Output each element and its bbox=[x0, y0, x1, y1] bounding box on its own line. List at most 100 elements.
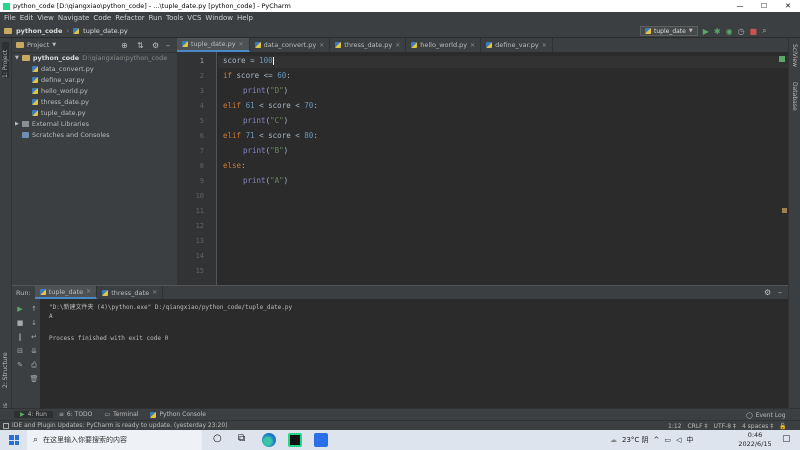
ime-indicator[interactable]: 中 bbox=[686, 435, 693, 445]
bottom-tool-tabs: ▶ 4: Run ≡ 6: TODO ▭ Terminal Python Con… bbox=[0, 408, 800, 420]
code-area[interactable]: score = 100 if score <= 60: print("D") e… bbox=[177, 52, 788, 285]
menu-refactor[interactable]: Refactor bbox=[113, 14, 146, 22]
lock-icon[interactable]: 🔓 bbox=[779, 423, 786, 430]
notification-icon[interactable]: ▢ bbox=[782, 434, 791, 444]
minimize-button[interactable]: — bbox=[728, 0, 752, 12]
console-line: Process finished with exit code 0 bbox=[49, 335, 169, 342]
editor-tab[interactable]: tuple_date.py ✕ bbox=[177, 38, 250, 52]
clock[interactable]: 0:46 2022/6/15 bbox=[735, 431, 775, 449]
run-tool-tab[interactable]: ▶ 4: Run bbox=[14, 411, 53, 418]
maximize-button[interactable]: ☐ bbox=[752, 0, 776, 12]
menu-code[interactable]: Code bbox=[91, 14, 113, 22]
weather-icon[interactable]: ☁ bbox=[610, 436, 617, 444]
editor-tab[interactable]: thress_date.py ✕ bbox=[330, 38, 407, 52]
tray-expand-icon[interactable]: ^ bbox=[654, 436, 660, 444]
debug-icon[interactable]: ✱ bbox=[714, 27, 721, 36]
run-config-select[interactable]: tuple_date ▼ bbox=[640, 26, 698, 36]
menu-vcs[interactable]: VCS bbox=[185, 14, 203, 22]
wps-icon[interactable] bbox=[314, 433, 328, 447]
project-panel-title[interactable]: Project bbox=[27, 41, 49, 49]
close-icon[interactable]: ✕ bbox=[542, 42, 547, 49]
print-icon[interactable]: ⎙ bbox=[30, 361, 38, 369]
chevron-down-icon[interactable]: ▼ bbox=[52, 42, 56, 48]
close-icon[interactable]: ✕ bbox=[319, 42, 324, 49]
structure-tool-tab[interactable]: 2: Structure bbox=[2, 348, 9, 388]
status-icon bbox=[3, 422, 9, 429]
weather-text[interactable]: 23°C 阴 bbox=[622, 435, 649, 445]
status-message[interactable]: IDE and Plugin Updates: PyCharm is ready… bbox=[12, 422, 228, 429]
project-tool-tab[interactable]: 1: Project bbox=[2, 42, 9, 78]
task-view-icon[interactable]: ⧉ bbox=[238, 433, 245, 444]
tree-root[interactable]: ▼ python_code D:\qiangxiao\python_code bbox=[15, 54, 167, 62]
cursor-position[interactable]: 1:12 bbox=[668, 423, 681, 430]
gear-icon[interactable]: ⚙ bbox=[152, 41, 159, 50]
sciview-tool-tab[interactable]: SciView bbox=[791, 44, 798, 74]
windows-start-icon[interactable] bbox=[9, 435, 19, 445]
todo-tool-tab[interactable]: ≡ 6: TODO bbox=[53, 411, 99, 418]
close-icon[interactable]: ✕ bbox=[152, 289, 157, 296]
close-button[interactable]: ✕ bbox=[776, 0, 800, 12]
network-icon[interactable]: ▭ bbox=[664, 436, 671, 444]
up-icon[interactable]: ↑ bbox=[30, 305, 38, 313]
menu-run[interactable]: Run bbox=[147, 14, 164, 22]
tree-external-libraries[interactable]: ▶ External Libraries bbox=[15, 120, 89, 128]
menu-navigate[interactable]: Navigate bbox=[56, 14, 91, 22]
stop-icon[interactable]: ■ bbox=[750, 27, 758, 36]
tree-scratches[interactable]: Scratches and Consoles bbox=[22, 131, 110, 139]
pin-icon[interactable]: ✎ bbox=[16, 361, 24, 369]
breadcrumb-file[interactable]: tuple_date.py bbox=[83, 27, 128, 35]
tree-file[interactable]: thress_date.py bbox=[32, 98, 89, 106]
tree-file[interactable]: data_convert.py bbox=[32, 65, 94, 73]
file-encoding[interactable]: UTF-8 ‡ bbox=[714, 423, 736, 430]
scroll-end-icon[interactable]: ⇊ bbox=[30, 347, 38, 355]
breadcrumb-project[interactable]: python_code bbox=[16, 27, 62, 35]
run-tab[interactable]: thress_date ✕ bbox=[97, 286, 164, 299]
tree-file[interactable]: define_var.py bbox=[32, 76, 85, 84]
terminal-tool-tab[interactable]: ▭ Terminal bbox=[98, 411, 144, 418]
stop-icon[interactable]: ■ bbox=[16, 319, 24, 327]
tree-file[interactable]: tuple_date.py bbox=[32, 109, 86, 117]
event-log-tab[interactable]: ◯ Event Log bbox=[740, 410, 792, 420]
close-icon[interactable]: ✕ bbox=[239, 41, 244, 48]
menu-window[interactable]: Window bbox=[203, 14, 235, 22]
taskbar-search[interactable]: ⌕ 在这里输入你要搜索的内容 bbox=[27, 430, 202, 450]
edge-icon[interactable] bbox=[262, 433, 276, 447]
tree-file[interactable]: hello_world.py bbox=[32, 87, 88, 95]
profile-icon[interactable]: ◷ bbox=[738, 27, 745, 36]
hide-icon[interactable]: – bbox=[166, 41, 170, 50]
locate-icon[interactable]: ⊕ bbox=[121, 41, 128, 50]
search-icon[interactable]: ⌕ bbox=[762, 26, 766, 36]
tree-external-label: External Libraries bbox=[31, 120, 89, 128]
pycharm-taskbar-icon[interactable] bbox=[288, 433, 302, 447]
close-icon[interactable]: ✕ bbox=[470, 42, 475, 49]
gear-icon[interactable]: ⚙ bbox=[764, 288, 771, 297]
menu-edit[interactable]: Edit bbox=[18, 14, 36, 22]
indent-setting[interactable]: 4 spaces ‡ bbox=[742, 423, 773, 430]
pause-icon[interactable]: ‖ bbox=[16, 333, 24, 341]
menu-help[interactable]: Help bbox=[235, 14, 255, 22]
menu-tools[interactable]: Tools bbox=[164, 14, 185, 22]
inspection-ok-icon[interactable] bbox=[779, 56, 785, 62]
run-tab[interactable]: tuple_date ✕ bbox=[34, 286, 98, 299]
menu-file[interactable]: File bbox=[2, 14, 18, 22]
rerun-icon[interactable]: ▶ bbox=[16, 305, 24, 313]
close-icon[interactable]: ✕ bbox=[395, 42, 400, 49]
restore-layout-icon[interactable]: ⊟ bbox=[16, 347, 24, 355]
cortana-icon[interactable]: ○ bbox=[213, 433, 222, 444]
coverage-icon[interactable]: ◉ bbox=[726, 27, 733, 36]
python-console-tool-tab[interactable]: Python Console bbox=[144, 411, 212, 418]
editor-tab[interactable]: hello_world.py ✕ bbox=[406, 38, 482, 52]
collapse-icon[interactable]: ⇅ bbox=[137, 41, 144, 50]
delete-icon[interactable]: 🗑 bbox=[30, 375, 39, 383]
close-icon[interactable]: ✕ bbox=[86, 288, 91, 295]
down-icon[interactable]: ↓ bbox=[30, 319, 38, 327]
line-separator[interactable]: CRLF ‡ bbox=[687, 423, 707, 430]
wrap-icon[interactable]: ↵ bbox=[30, 333, 38, 341]
hide-icon[interactable]: – bbox=[778, 288, 782, 297]
run-icon[interactable]: ▶ bbox=[703, 27, 709, 36]
volume-icon[interactable]: ◁ bbox=[676, 436, 681, 444]
database-tool-tab[interactable]: Database bbox=[791, 82, 798, 116]
editor-tab[interactable]: data_convert.py ✕ bbox=[250, 38, 331, 52]
editor-tab[interactable]: define_var.py ✕ bbox=[481, 38, 553, 52]
menu-view[interactable]: View bbox=[35, 14, 56, 22]
